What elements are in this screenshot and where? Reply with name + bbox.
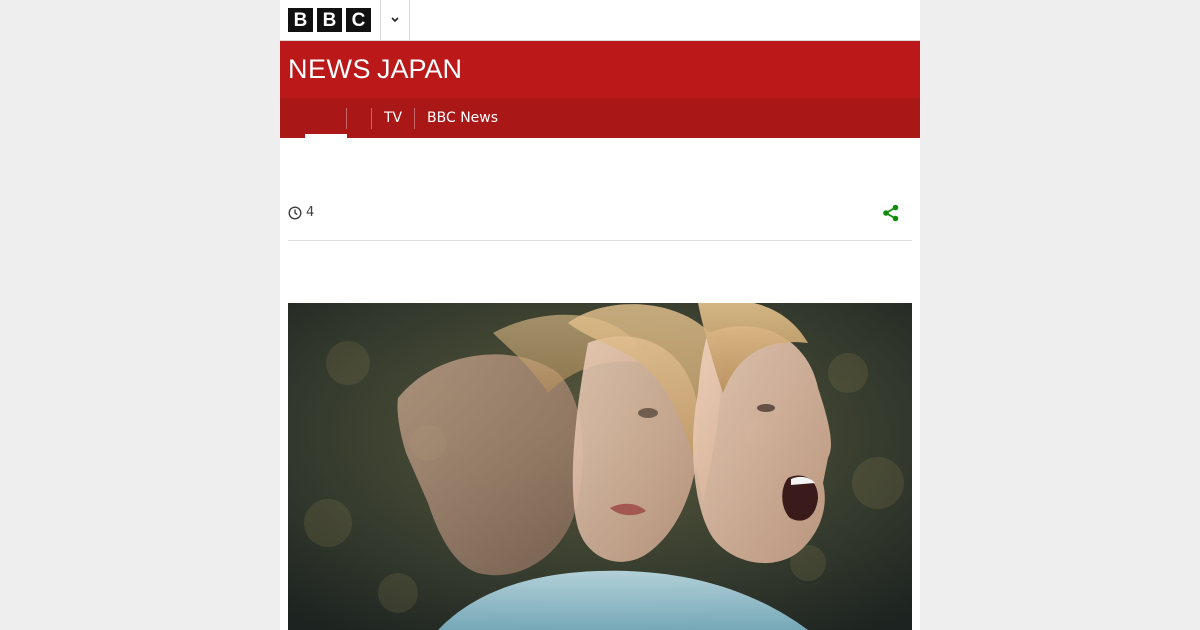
masthead: NEWS JAPAN xyxy=(280,41,920,98)
chevron-down-icon xyxy=(391,17,399,23)
bbc-logo-letter: B xyxy=(288,8,313,32)
top-bar: B B C xyxy=(280,0,920,41)
wordmark-news: NEWS xyxy=(288,54,371,84)
wordmark-region: JAPAN xyxy=(377,54,463,84)
nav-item-home[interactable] xyxy=(305,98,347,138)
nav-divider xyxy=(414,108,415,129)
clock-icon xyxy=(288,206,302,220)
page: B B C NEWS JAPAN TV BBC News 4 xyxy=(280,0,920,630)
primary-nav: TV BBC News xyxy=(280,98,920,138)
bbc-logo-letter: C xyxy=(346,8,371,32)
bbc-logo[interactable]: B B C xyxy=(288,8,371,32)
news-japan-wordmark[interactable]: NEWS JAPAN xyxy=(288,53,462,85)
nav-divider xyxy=(371,108,372,129)
meta-divider xyxy=(288,240,912,241)
nav-item-tv[interactable]: TV xyxy=(384,98,402,138)
nav-item-bbc-news[interactable]: BBC News xyxy=(427,98,498,138)
active-tab-indicator xyxy=(305,134,347,138)
share-icon[interactable] xyxy=(882,204,900,222)
more-menu-button[interactable] xyxy=(380,0,410,40)
hero-image xyxy=(288,303,912,630)
article-meta: 4 xyxy=(288,200,912,228)
read-count: 4 xyxy=(306,205,315,220)
bbc-logo-letter: B xyxy=(317,8,342,32)
nav-divider xyxy=(346,108,347,129)
